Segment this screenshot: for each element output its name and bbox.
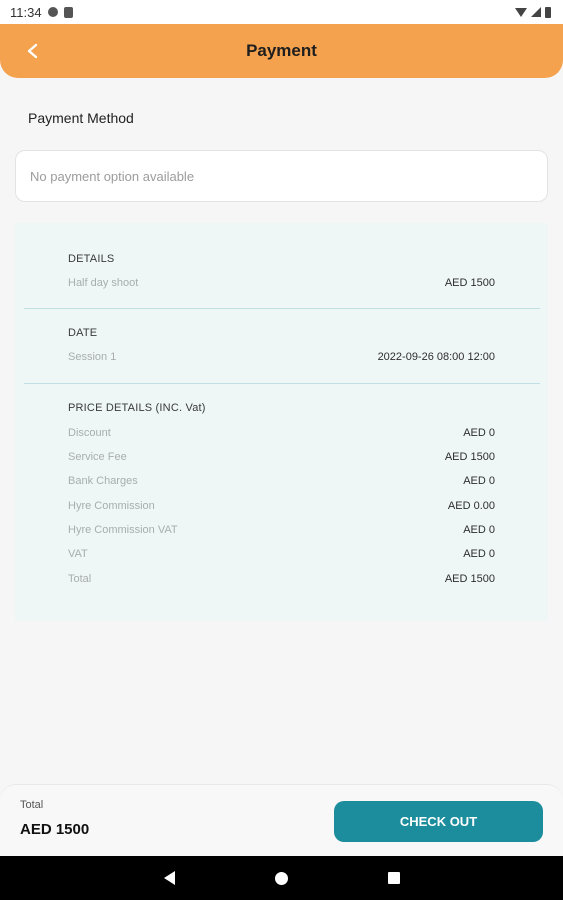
- price-row-value: AED 1500: [444, 573, 495, 585]
- sim-icon: [63, 6, 73, 18]
- app-header: Payment: [0, 24, 563, 78]
- back-button[interactable]: [20, 38, 46, 64]
- notification-icon: [47, 7, 58, 17]
- price-row-value: AED 0: [463, 427, 495, 439]
- page-title: Payment: [246, 41, 317, 60]
- back-arrow-icon: [27, 43, 38, 59]
- price-row-total: Total AED 1500: [68, 573, 495, 585]
- price-row-value: AED 0: [463, 475, 495, 487]
- divider: [24, 383, 540, 384]
- status-time: 11:34: [10, 4, 42, 20]
- price-row-value: AED 0: [463, 548, 495, 560]
- details-heading: DETAILS: [68, 253, 115, 265]
- price-row-label: Service Fee: [68, 451, 127, 463]
- session-datetime: 2022-09-26 08:00 12:00: [377, 351, 495, 363]
- checkout-button[interactable]: CHECK OUT: [334, 801, 543, 842]
- battery-icon: [545, 6, 551, 18]
- system-nav-bar: [0, 856, 563, 900]
- nav-recents-icon[interactable]: [387, 872, 400, 884]
- price-row-label: Discount: [68, 427, 111, 439]
- order-details-card: DETAILS Half day shoot AED 1500 DATE Ses…: [15, 223, 548, 621]
- date-heading: DATE: [68, 327, 98, 339]
- details-price: AED 1500: [444, 277, 495, 289]
- session-label: Session 1: [68, 351, 117, 363]
- price-details-heading: PRICE DETAILS (INC. Vat): [68, 402, 206, 414]
- price-row-label: Hyre Commission VAT: [68, 524, 178, 536]
- wifi-icon: [515, 7, 527, 17]
- status-bar: 11:34: [0, 0, 563, 24]
- price-row-value: AED 0.00: [447, 500, 495, 512]
- divider: [24, 308, 540, 309]
- checkout-bar: Total AED 1500 CHECK OUT: [0, 784, 563, 857]
- total-value: AED 1500: [20, 821, 90, 838]
- details-row: Half day shoot AED 1500: [68, 277, 495, 289]
- price-row-value: AED 1500: [444, 451, 495, 463]
- price-row-label: Total: [68, 573, 92, 585]
- price-row-label: VAT: [68, 548, 88, 560]
- signal-icon: [531, 7, 541, 17]
- date-row: Session 1 2022-09-26 08:00 12:00: [68, 351, 495, 363]
- price-row-hyre-commission-vat: Hyre Commission VAT AED 0: [68, 524, 495, 536]
- nav-back-icon[interactable]: [163, 871, 175, 885]
- total-label: Total: [20, 799, 44, 811]
- details-item: Half day shoot: [68, 277, 139, 289]
- price-row-label: Bank Charges: [68, 475, 138, 487]
- price-row-vat: VAT AED 0: [68, 548, 495, 560]
- price-row-bank-charges: Bank Charges AED 0: [68, 475, 495, 487]
- no-payment-option-text: No payment option available: [30, 168, 195, 184]
- price-row-label: Hyre Commission: [68, 500, 155, 512]
- price-row-discount: Discount AED 0: [68, 427, 495, 439]
- price-row-value: AED 0: [463, 524, 495, 536]
- price-row-service-fee: Service Fee AED 1500: [68, 451, 495, 463]
- payment-option-box[interactable]: No payment option available: [15, 150, 548, 202]
- payment-method-label: Payment Method: [28, 110, 134, 126]
- price-row-hyre-commission: Hyre Commission AED 0.00: [68, 500, 495, 512]
- nav-home-icon[interactable]: [274, 871, 288, 885]
